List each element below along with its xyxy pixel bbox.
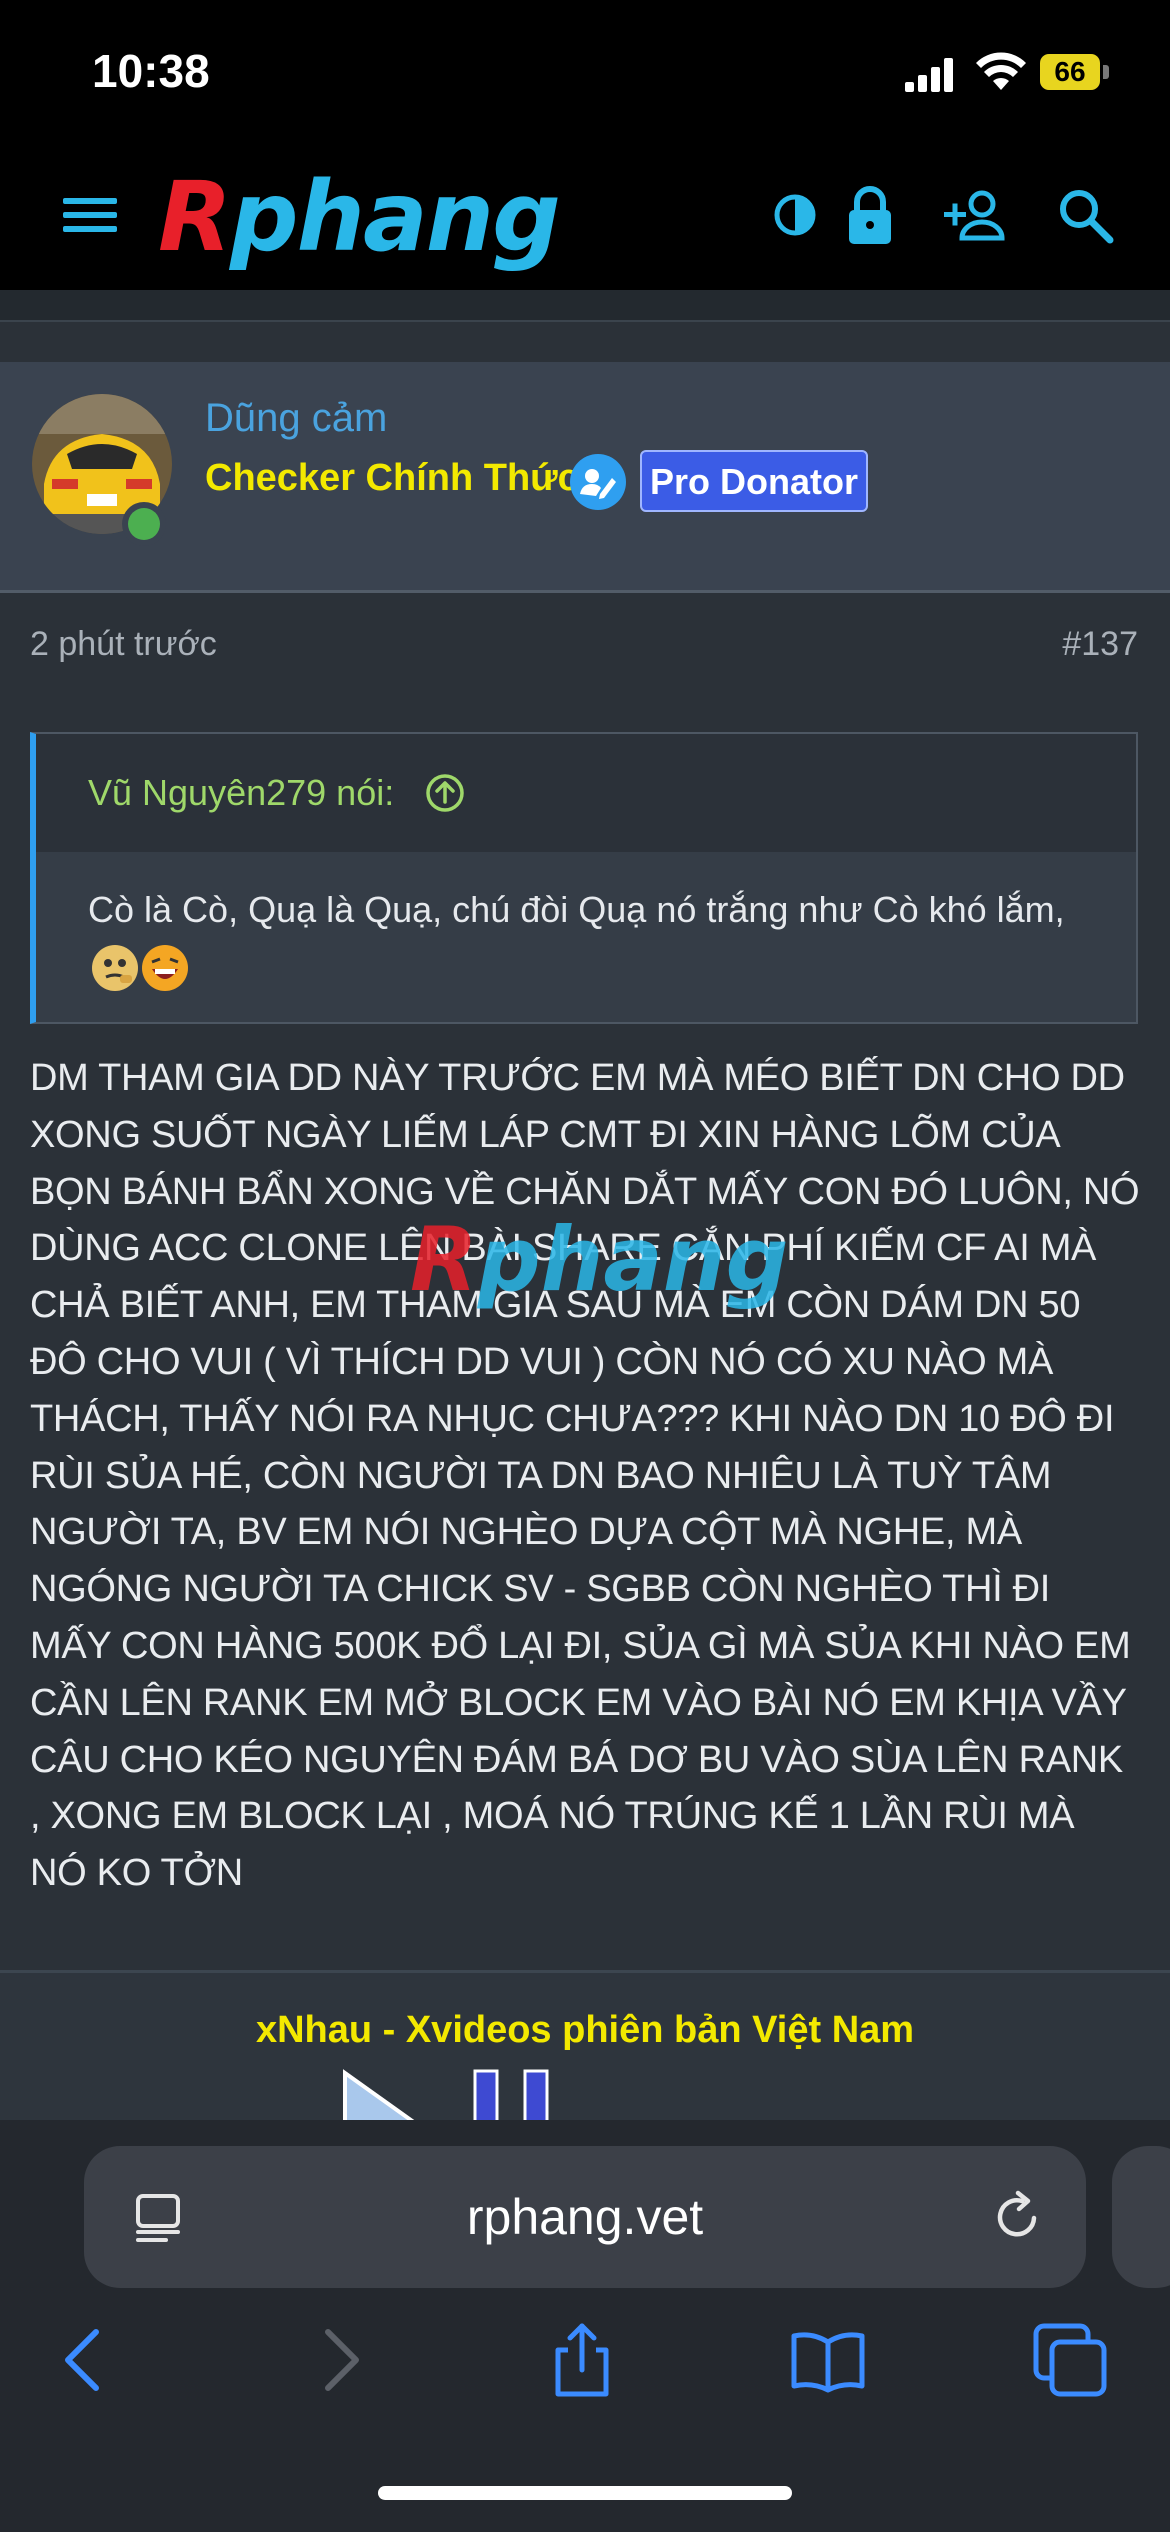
thinking-emoji-icon (92, 945, 138, 992)
verified-checker-icon (570, 454, 626, 510)
quote-author[interactable]: Vũ Nguyên279 nói: (88, 772, 394, 814)
post-timestamp[interactable]: 2 phút trước (30, 625, 217, 664)
url-text[interactable]: rphang.vet (84, 2146, 1086, 2288)
online-status-indicator (122, 502, 166, 546)
search-icon[interactable] (1050, 180, 1120, 250)
post-body: DM THAM GIA DD NÀY TRƯỚC EM MÀ MÉO BIẾT … (30, 1057, 1140, 1895)
user-title: Checker Chính Thức (205, 457, 579, 499)
laughing-emoji-icon (142, 945, 188, 992)
ad-banner[interactable]: xNhau - Xvideos phiên bản Việt Nam (0, 1970, 1170, 2123)
post-number[interactable]: #137 (1062, 625, 1138, 664)
status-time: 10:38 (92, 45, 210, 97)
logo-letter-r: R (158, 161, 232, 273)
menu-icon[interactable] (55, 180, 125, 250)
next-tab-preview[interactable] (1112, 2146, 1170, 2288)
spacer (0, 322, 1170, 362)
quote-text: Cò là Cò, Quạ là Quạ, chú đòi Quạ nó trắ… (88, 882, 1098, 994)
reload-icon[interactable] (988, 2188, 1046, 2246)
register-icon[interactable] (940, 180, 1010, 250)
forward-icon[interactable] (300, 2320, 380, 2400)
battery-icon: 66 (1040, 54, 1110, 90)
site-logo[interactable]: Rphang (158, 169, 728, 265)
theme-toggle-icon[interactable] (760, 180, 830, 250)
address-bar[interactable]: rphang.vet (84, 2146, 1086, 2288)
forum-header: Rphang (0, 140, 1170, 290)
status-bar: 10:38 66 (0, 0, 1170, 140)
quote-block: Vũ Nguyên279 nói: Cò là Cò, Quạ là Quạ, … (30, 732, 1138, 1024)
home-indicator (378, 2486, 792, 2500)
go-to-quoted-post-icon[interactable] (424, 772, 466, 814)
wifi-icon (976, 52, 1026, 90)
logo-rest: phang (229, 161, 561, 273)
quote-content: Cò là Cò, Quạ là Quạ, chú đòi Quạ nó trắ… (88, 889, 1065, 930)
post-user-card: Dũng cảm Checker Chính Thức Pro Donator (0, 362, 1170, 593)
ad-title[interactable]: xNhau - Xvideos phiên bản Việt Nam (0, 2009, 1170, 2052)
ad-logo-icon (343, 2069, 549, 2123)
lock-icon[interactable] (835, 180, 905, 250)
battery-level: 66 (1040, 54, 1100, 90)
bookmarks-icon[interactable] (788, 2320, 868, 2400)
tabs-icon[interactable] (1030, 2320, 1110, 2400)
back-icon[interactable] (44, 2320, 124, 2400)
cellular-signal-icon (905, 58, 953, 92)
quote-header[interactable]: Vũ Nguyên279 nói: (36, 734, 1136, 852)
header-divider (0, 290, 1170, 322)
pro-donator-badge: Pro Donator (640, 450, 868, 512)
browser-toolbar: rphang.vet (0, 2120, 1170, 2532)
share-icon[interactable] (542, 2320, 622, 2400)
post-username[interactable]: Dũng cảm (205, 396, 387, 441)
